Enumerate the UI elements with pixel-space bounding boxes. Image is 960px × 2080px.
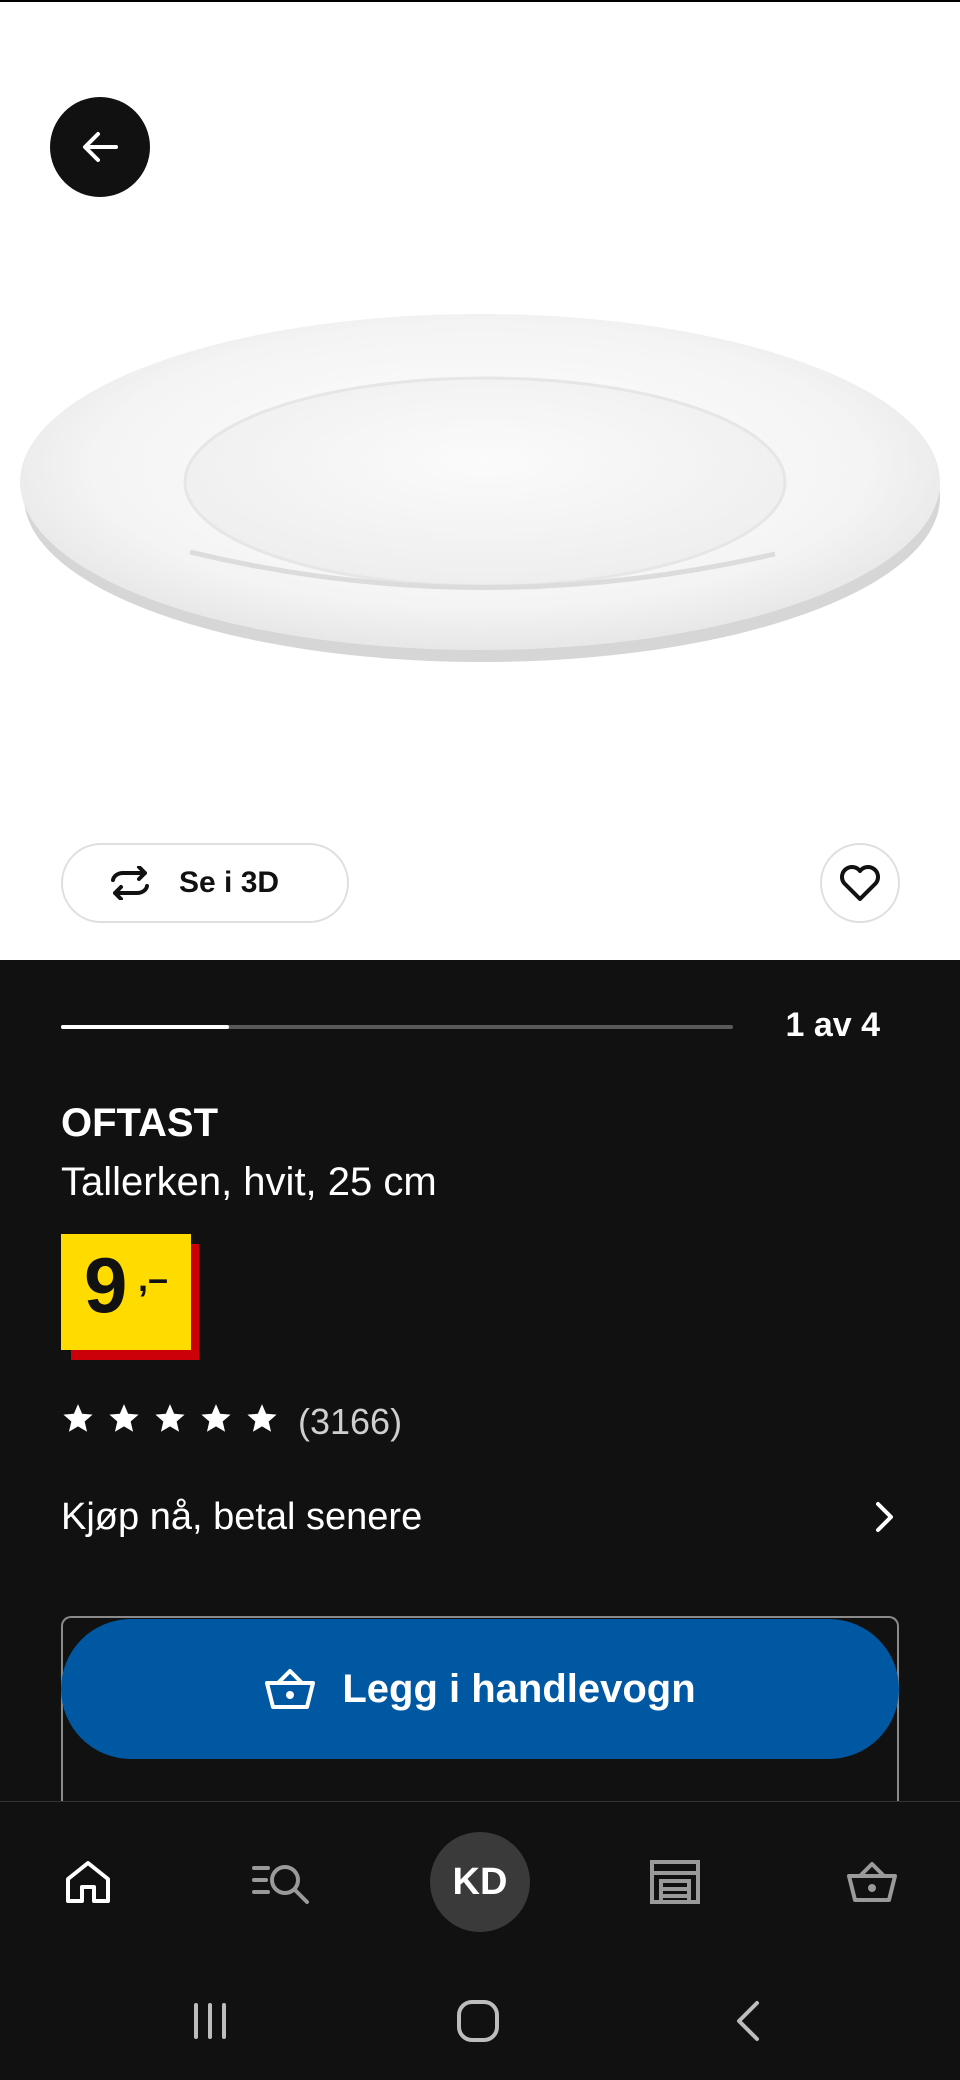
nav-cart[interactable] <box>812 1802 932 1962</box>
system-home-button[interactable] <box>418 1962 538 2080</box>
back-chevron-icon <box>737 2001 759 2041</box>
add-to-cart-label: Legg i handlevogn <box>342 1666 696 1711</box>
home-circle-icon <box>457 2000 499 2042</box>
basket-icon <box>265 1669 316 1709</box>
view-3d-button[interactable]: Se i 3D <box>61 843 349 923</box>
recents-icon <box>194 2003 226 2039</box>
bnpl-label: Kjøp nå, betal senere <box>61 1495 423 1538</box>
gallery-pager: 1 av 4 <box>785 1006 880 1044</box>
search-icon <box>252 1865 309 1904</box>
system-navigation-bar <box>0 1962 960 2080</box>
rating-count[interactable]: (3166) <box>298 1401 402 1443</box>
avatar: KD <box>430 1832 530 1932</box>
buy-now-pay-later-link[interactable]: Kjøp nå, betal senere <box>61 1492 897 1542</box>
cart-icon <box>847 1862 897 1902</box>
product-photo-plate <box>20 314 940 662</box>
favourite-button[interactable] <box>820 843 900 923</box>
nav-store[interactable] <box>615 1802 735 1962</box>
back-button[interactable] <box>50 97 150 197</box>
star-icon <box>247 1404 277 1432</box>
chevron-right-icon <box>876 1502 893 1532</box>
price-tag <box>61 1234 191 1350</box>
nav-home[interactable] <box>28 1802 148 1962</box>
view-3d-label: Se i 3D <box>179 866 280 899</box>
price-decimal: ,– <box>138 1258 169 1299</box>
star-icon <box>109 1404 139 1432</box>
product-name: OFTAST <box>61 1101 219 1145</box>
rating-stars[interactable] <box>61 1402 279 1436</box>
star-icon <box>155 1404 185 1432</box>
product-description: Tallerken, hvit, 25 cm <box>61 1160 437 1204</box>
system-recents-button[interactable] <box>150 1962 270 2080</box>
nav-search[interactable] <box>222 1802 342 1962</box>
bottom-navigation: KD <box>0 1801 960 1961</box>
add-to-cart-button[interactable]: Legg i handlevogn <box>61 1619 899 1759</box>
star-icon <box>201 1404 231 1432</box>
rotate-3d-icon <box>111 866 149 900</box>
home-icon <box>66 1861 110 1903</box>
star-icon <box>63 1404 93 1432</box>
store-icon <box>650 1860 700 1904</box>
nav-profile[interactable]: KD <box>420 1802 540 1962</box>
arrow-left-icon <box>83 132 118 162</box>
product-image-area[interactable]: Se i 3D <box>0 2 960 960</box>
heart-icon <box>840 865 880 901</box>
system-back-button[interactable] <box>688 1962 808 2080</box>
gallery-progress-fill <box>61 1025 229 1029</box>
price-integer: 9 <box>84 1241 127 1329</box>
gallery-progress <box>61 1025 733 1029</box>
